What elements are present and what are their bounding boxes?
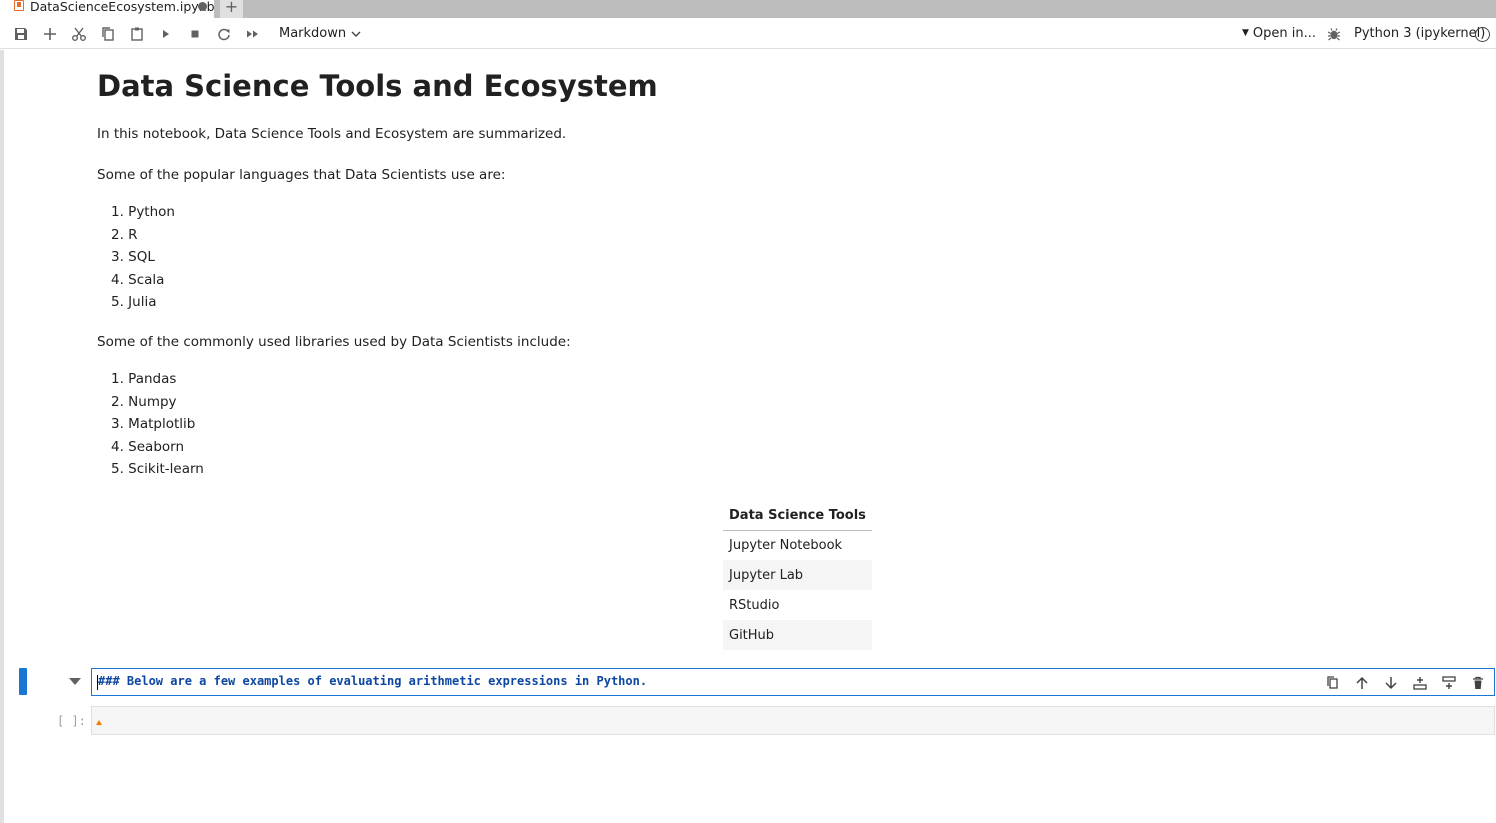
table-row: RStudio (723, 590, 872, 620)
markdown-cell-editor[interactable]: ### Below are a few examples of evaluati… (91, 668, 1495, 696)
caret-down-icon: ▼ (1242, 28, 1249, 38)
markdown-source-text[interactable]: ### Below are a few examples of evaluati… (98, 674, 647, 688)
move-up-icon[interactable] (1354, 675, 1370, 691)
warning-icon (96, 720, 102, 725)
insert-below-icon[interactable] (1441, 675, 1457, 691)
delete-icon[interactable] (1470, 675, 1486, 691)
list-item: 4. Scala (111, 271, 165, 288)
table-header: Data Science Tools (723, 502, 872, 531)
open-in-label: Open in... (1252, 26, 1317, 41)
list-item: 5. Scikit-learn (111, 461, 204, 477)
save-icon[interactable] (12, 25, 30, 43)
active-cell-indicator[interactable] (19, 668, 27, 695)
list-item: 1. Python (111, 204, 175, 220)
collapse-triangle-icon[interactable] (69, 678, 81, 685)
unsaved-dot-icon[interactable] (198, 2, 207, 11)
libraries-intro: Some of the commonly used libraries used… (97, 334, 571, 350)
new-tab-button[interactable]: + (219, 0, 243, 18)
duplicate-icon[interactable] (1325, 675, 1341, 691)
libraries-list: 1. Pandas 2. Numpy 3. Matplotlib 4. Seab… (111, 368, 204, 481)
table-row: GitHub (723, 620, 872, 650)
languages-intro: Some of the popular languages that Data … (97, 167, 506, 183)
tab-bar: DataScienceEcosystem.ipynb + (0, 0, 1496, 18)
kernel-status-icon (1475, 27, 1490, 42)
kernel-name[interactable]: Python 3 (ipykernel) (1354, 26, 1485, 41)
list-item: 2. R (111, 226, 138, 243)
run-icon[interactable] (157, 25, 175, 43)
table-row: Jupyter Notebook (723, 530, 872, 560)
move-down-icon[interactable] (1383, 675, 1399, 691)
notebook-tab[interactable]: DataScienceEcosystem.ipynb (0, 0, 215, 18)
table-row: Jupyter Lab (723, 560, 872, 590)
run-all-icon[interactable] (244, 25, 262, 43)
table-cell: Jupyter Lab (723, 560, 872, 590)
debugger-bug-icon[interactable] (1327, 27, 1341, 41)
list-item: 3. Matplotlib (111, 416, 196, 432)
tools-table: Data Science Tools Jupyter Notebook Jupy… (723, 502, 872, 650)
list-item: 5. Julia (111, 294, 157, 310)
table-cell: Jupyter Notebook (729, 537, 843, 553)
code-cell-input[interactable] (91, 706, 1495, 735)
copy-icon[interactable] (99, 25, 117, 43)
list-item: 1. Pandas (111, 371, 177, 387)
restart-icon[interactable] (215, 25, 233, 43)
execution-prompt: [ ]: (57, 714, 86, 728)
left-edge (0, 50, 4, 823)
tab-title: DataScienceEcosystem.ipynb (30, 0, 215, 14)
cut-icon[interactable] (70, 25, 88, 43)
open-in-menu[interactable]: ▼ Open in... (1242, 26, 1316, 41)
intro-text: In this notebook, Data Science Tools and… (97, 126, 567, 142)
table-cell: RStudio (729, 597, 780, 613)
page-title: Data Science Tools and Ecosystem (97, 69, 658, 103)
notebook-icon (14, 0, 24, 11)
add-cell-icon[interactable] (41, 25, 59, 43)
stop-icon[interactable] (186, 25, 204, 43)
list-item: 3. SQL (111, 249, 155, 265)
cell-type-select[interactable]: Markdown (279, 26, 346, 41)
notebook-toolbar: Markdown ▼ Open in... Python 3 (ipykernel… (0, 18, 1496, 49)
table-cell: GitHub (723, 620, 872, 650)
languages-list: 1. Python 2. R 3. SQL 4. Scala 5. Julia (111, 201, 175, 314)
list-item: 2. Numpy (111, 393, 177, 410)
paste-icon[interactable] (128, 25, 146, 43)
chevron-down-icon[interactable] (351, 29, 361, 39)
list-item: 4. Seaborn (111, 438, 185, 455)
insert-above-icon[interactable] (1412, 675, 1428, 691)
